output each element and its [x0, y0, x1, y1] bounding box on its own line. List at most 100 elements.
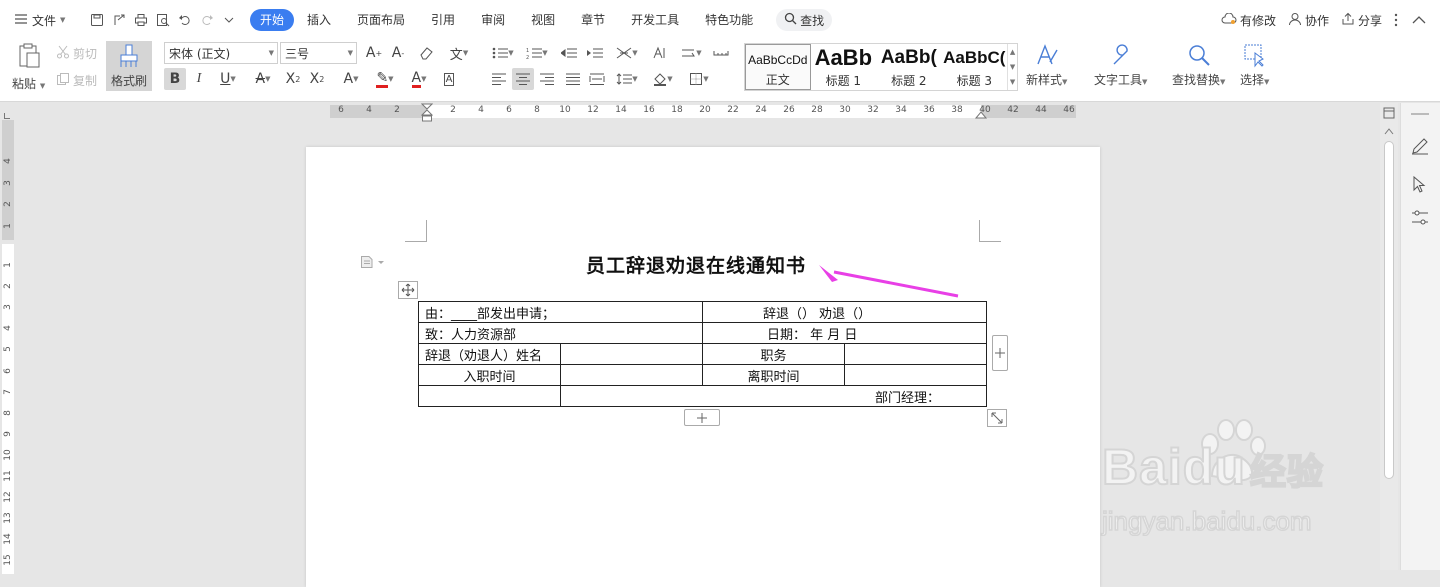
copy-button[interactable]: 复制	[56, 72, 97, 89]
table-cell[interactable]	[560, 364, 703, 386]
table-cell[interactable]: 由：____部发出申请；	[418, 301, 703, 323]
paste-button[interactable]: 粘贴 ▼	[12, 42, 45, 92]
text-effect-icon[interactable]: A ▼	[336, 68, 366, 90]
subscript-icon[interactable]: X2	[306, 68, 328, 90]
shading-icon[interactable]: ▼	[648, 68, 678, 90]
superscript-icon[interactable]: X2	[282, 68, 304, 90]
redo-icon[interactable]	[196, 9, 218, 31]
phonetic-guide-icon[interactable]: 文 ▼	[444, 42, 474, 64]
format-painter-button[interactable]: 格式刷	[106, 41, 152, 91]
panel-handle-icon[interactable]	[1411, 113, 1429, 115]
tab-features[interactable]: 特色功能	[692, 9, 766, 31]
style-heading-2[interactable]: AaBb( 标题 2	[876, 44, 942, 90]
style-heading-1[interactable]: AaBb 标题 1	[811, 44, 877, 90]
decrease-indent-icon[interactable]	[558, 42, 580, 64]
save-icon[interactable]	[86, 9, 108, 31]
numbered-list-icon[interactable]: 1 2 ▼	[522, 42, 552, 64]
collapse-ribbon-icon[interactable]	[1412, 15, 1426, 25]
sort-icon[interactable]: ▼	[676, 42, 706, 64]
chinese-layout-icon[interactable]: ▼	[612, 42, 642, 64]
search-box[interactable]: 查找	[776, 9, 833, 31]
font-name-select[interactable]: 宋体 (正文) ▼	[164, 42, 278, 64]
print-icon[interactable]	[130, 9, 152, 31]
page-nav-icon[interactable]	[1383, 107, 1395, 119]
right-indent-marker-icon[interactable]	[975, 109, 987, 119]
table-move-handle-icon[interactable]	[398, 281, 418, 299]
italic-icon[interactable]: I	[188, 68, 210, 90]
horizontal-ruler[interactable]: 6 4 2 2 4 6 8 10 12 14 16 18 20 22 24 26 28 30 32 34 36 38 40 4…	[0, 103, 1380, 123]
scroll-up-icon[interactable]	[1384, 127, 1394, 135]
bullet-list-icon[interactable]: ▼	[488, 42, 518, 64]
pen-icon[interactable]	[1411, 137, 1429, 155]
find-replace-button[interactable]: 查找替换▼	[1172, 42, 1225, 88]
indent-marker-icon[interactable]	[421, 103, 433, 123]
align-center-icon[interactable]	[512, 68, 534, 90]
tab-developer[interactable]: 开发工具	[618, 9, 692, 31]
modified-button[interactable]: 有修改	[1221, 12, 1276, 29]
table-cell[interactable]	[844, 364, 987, 386]
align-left-icon[interactable]	[488, 68, 510, 90]
table-cell[interactable]: 离职时间	[702, 364, 845, 386]
table-cell[interactable]: 日期： 年 月 日	[702, 322, 987, 344]
char-border-icon[interactable]: A	[438, 68, 460, 90]
distributed-align-icon[interactable]	[586, 68, 608, 90]
tab-chapter[interactable]: 章节	[568, 9, 618, 31]
align-right-icon[interactable]	[536, 68, 558, 90]
text-direction-icon[interactable]	[648, 42, 670, 64]
strikethrough-icon[interactable]: A ▼	[248, 68, 278, 90]
tab-insert[interactable]: 插入	[294, 9, 344, 31]
paragraph-menu-icon[interactable]	[360, 255, 386, 272]
style-heading-3[interactable]: AaBbC( 标题 3	[942, 44, 1008, 90]
underline-icon[interactable]: U ▼	[212, 68, 244, 90]
shrink-font-icon[interactable]: A-	[387, 42, 409, 64]
print-preview-icon[interactable]	[152, 9, 174, 31]
borders-icon[interactable]: ▼	[684, 68, 714, 90]
justify-icon[interactable]	[562, 68, 584, 90]
eraser-icon[interactable]	[415, 42, 437, 64]
highlight-color-icon[interactable]: ✎ ▼	[370, 68, 400, 90]
tab-home[interactable]: 开始	[250, 9, 295, 31]
tab-view[interactable]: 视图	[518, 9, 568, 31]
show-marks-icon[interactable]	[710, 42, 732, 64]
collab-button[interactable]: 协作	[1288, 12, 1329, 29]
font-size-select[interactable]: 三号 ▼	[280, 42, 357, 64]
table-cell[interactable]: 辞退（劝退人）姓名	[418, 343, 561, 365]
undo-icon[interactable]	[174, 9, 196, 31]
tab-references[interactable]: 引用	[418, 9, 468, 31]
cut-button[interactable]: 剪切	[56, 45, 97, 62]
style-normal[interactable]: AaBbCcDd 正文	[745, 44, 811, 90]
font-color-icon[interactable]: A ▼	[404, 68, 434, 90]
page-title[interactable]: 员工辞退劝退在线通知书	[586, 251, 806, 278]
add-column-button[interactable]	[992, 335, 1008, 371]
gallery-scroll[interactable]: ▲ ▼ ▼	[1007, 44, 1017, 90]
table-cell[interactable]: 致：人力资源部	[418, 322, 703, 344]
document-page[interactable]: 员工辞退劝退在线通知书 由：____部发出申请； 辞退（） 劝退（） 致：人力资…	[306, 147, 1100, 587]
file-menu[interactable]: 文件 ▼	[0, 12, 86, 29]
vertical-ruler[interactable]: 4 3 2 1 1 2 3 4 5 6 7 8 9 10 11 12 13 14 15	[0, 120, 16, 574]
scroll-thumb[interactable]	[1384, 141, 1394, 479]
customize-chevron-icon[interactable]	[218, 9, 240, 31]
grow-font-icon[interactable]: A +	[363, 42, 385, 64]
table-cell[interactable]: 部门经理：	[560, 385, 987, 407]
tab-page-layout[interactable]: 页面布局	[344, 9, 418, 31]
text-tools-button[interactable]: 文字工具▼	[1094, 42, 1147, 88]
new-style-button[interactable]: 新样式▼	[1026, 42, 1067, 88]
export-icon[interactable]	[108, 9, 130, 31]
table-cell[interactable]: 辞退（） 劝退（）	[702, 301, 987, 323]
increase-indent-icon[interactable]	[584, 42, 606, 64]
table-cell[interactable]	[418, 385, 561, 407]
table-resize-handle[interactable]	[987, 409, 1007, 427]
share-button[interactable]: 分享	[1341, 12, 1382, 29]
tab-review[interactable]: 审阅	[468, 9, 518, 31]
line-spacing-icon[interactable]: ▼	[612, 68, 642, 90]
bold-icon[interactable]: B	[164, 68, 186, 90]
sliders-icon[interactable]	[1411, 209, 1429, 227]
table-cell[interactable]: 职务	[702, 343, 845, 365]
table-cell[interactable]	[844, 343, 987, 365]
table-cell[interactable]: 入职时间	[418, 364, 561, 386]
add-row-button[interactable]	[684, 409, 720, 426]
cursor-icon[interactable]	[1411, 175, 1429, 193]
vertical-scrollbar[interactable]	[1380, 103, 1398, 570]
select-button[interactable]: 选择▼	[1240, 42, 1269, 88]
table-cell[interactable]	[560, 343, 703, 365]
